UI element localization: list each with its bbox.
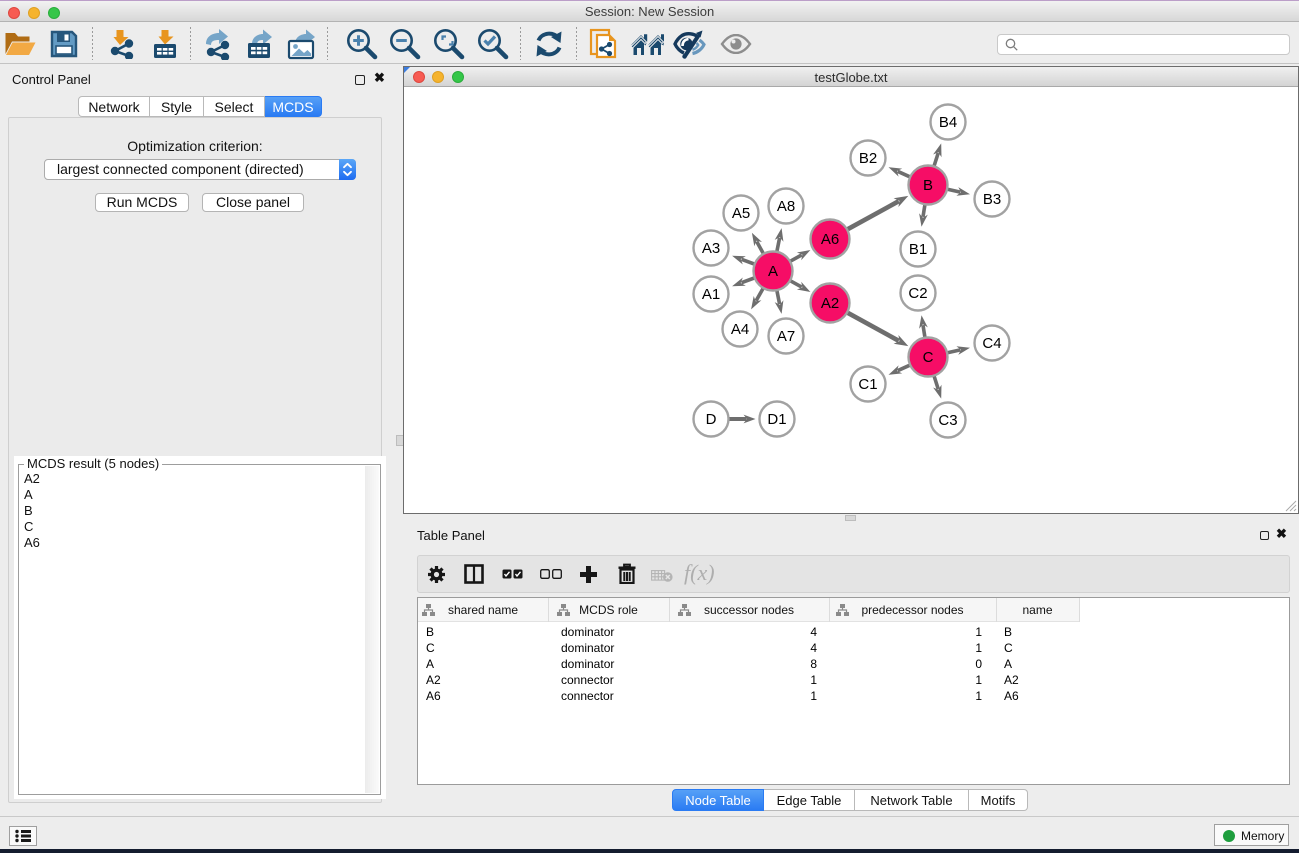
svg-text:C3: C3 — [938, 412, 957, 429]
svg-text:C2: C2 — [908, 285, 927, 302]
svg-text:B2: B2 — [859, 150, 877, 167]
svg-text:A3: A3 — [702, 240, 720, 257]
svg-text:B1: B1 — [909, 241, 927, 258]
svg-text:C: C — [923, 349, 934, 366]
svg-text:A2: A2 — [821, 295, 839, 312]
svg-text:A6: A6 — [821, 231, 839, 248]
svg-text:A1: A1 — [702, 286, 720, 303]
svg-text:D: D — [706, 411, 717, 428]
svg-text:A: A — [768, 263, 778, 280]
svg-text:B3: B3 — [983, 191, 1001, 208]
svg-text:C1: C1 — [858, 376, 877, 393]
svg-text:C4: C4 — [982, 335, 1001, 352]
svg-text:D1: D1 — [767, 411, 786, 428]
svg-text:A5: A5 — [732, 205, 750, 222]
svg-text:A7: A7 — [777, 328, 795, 345]
svg-text:A8: A8 — [777, 198, 795, 215]
svg-text:A4: A4 — [731, 321, 749, 338]
svg-text:B: B — [923, 177, 933, 194]
svg-text:B4: B4 — [939, 114, 957, 131]
